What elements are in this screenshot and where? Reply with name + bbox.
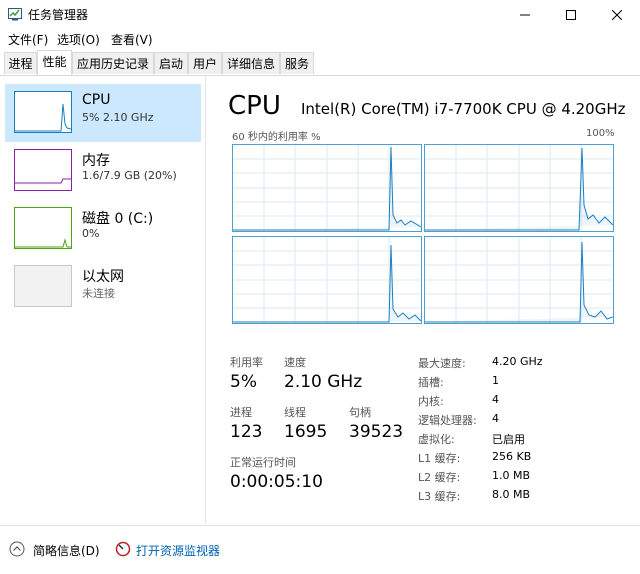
tab-startup[interactable]: 启动 bbox=[154, 52, 188, 74]
open-resource-monitor-link[interactable]: 打开资源监视器 bbox=[136, 542, 220, 559]
tab-services[interactable]: 服务 bbox=[280, 52, 314, 74]
disk-thumbnail bbox=[14, 207, 72, 249]
maximize-icon bbox=[566, 9, 576, 20]
detail-key: 内核: bbox=[418, 395, 444, 408]
sidebar-item-label: 以太网 bbox=[82, 269, 124, 285]
processes-value: 123 bbox=[230, 422, 263, 442]
detail-key: L1 缓存: bbox=[418, 452, 461, 465]
tab-processes[interactable]: 进程 bbox=[4, 52, 37, 74]
tab-app-history[interactable]: 应用历史记录 bbox=[72, 52, 154, 74]
detail-value: 已启用 bbox=[492, 433, 525, 446]
threads-value: 1695 bbox=[284, 422, 328, 442]
core-graph-1 bbox=[232, 144, 422, 232]
detail-value: 1 bbox=[492, 374, 499, 387]
sidebar-item-value: 0% bbox=[82, 227, 100, 240]
minimize-button[interactable] bbox=[502, 0, 548, 29]
sidebar-item-label: 磁盘 0 (C:) bbox=[82, 211, 154, 227]
detail-value: 8.0 MB bbox=[492, 488, 531, 501]
tab-details[interactable]: 详细信息 bbox=[222, 52, 280, 74]
fewer-details-link[interactable]: 简略信息(D) bbox=[33, 542, 100, 559]
detail-value: 4.20 GHz bbox=[492, 355, 543, 368]
sidebar-item-label: CPU bbox=[82, 92, 111, 108]
uptime-label: 正常运行时间 bbox=[230, 456, 296, 469]
page-title: CPU bbox=[228, 91, 281, 121]
handles-value: 39523 bbox=[349, 422, 404, 442]
speed-label: 速度 bbox=[284, 356, 306, 369]
menu-options[interactable]: 选项(O) bbox=[57, 31, 100, 48]
sidebar-item-ethernet[interactable]: 以太网 未连接 bbox=[5, 258, 201, 316]
sidebar-item-cpu[interactable]: CPU 5% 2.10 GHz bbox=[5, 84, 201, 142]
detail-value: 256 KB bbox=[492, 450, 532, 463]
maximize-button[interactable] bbox=[548, 0, 594, 29]
graph-max-label: 100% bbox=[586, 128, 615, 139]
ethernet-thumbnail bbox=[14, 265, 72, 307]
task-manager-icon bbox=[8, 8, 22, 21]
detail-value: 4 bbox=[492, 412, 499, 425]
core-graph-3 bbox=[232, 236, 422, 324]
sidebar-item-disk[interactable]: 磁盘 0 (C:) 0% bbox=[5, 200, 201, 258]
window-title: 任务管理器 bbox=[28, 8, 89, 22]
tab-users[interactable]: 用户 bbox=[188, 52, 222, 74]
title-bar: 任务管理器 bbox=[0, 0, 640, 29]
sidebar-item-value: 未连接 bbox=[82, 287, 115, 300]
resource-monitor-icon bbox=[115, 541, 131, 557]
cpu-detail-pane: CPU Intel(R) Core(TM) i7-7700K CPU @ 4.2… bbox=[206, 76, 640, 524]
utilization-label: 利用率 bbox=[230, 356, 263, 369]
menu-file[interactable]: 文件(F) bbox=[8, 31, 48, 48]
detail-key: 最大速度: bbox=[418, 357, 466, 370]
sidebar-item-value: 5% 2.10 GHz bbox=[82, 111, 154, 124]
utilization-value: 5% bbox=[230, 372, 257, 392]
sidebar-item-value: 1.6/7.9 GB (20%) bbox=[82, 169, 177, 182]
sidebar-item-label: 内存 bbox=[82, 153, 110, 169]
speed-value: 2.10 GHz bbox=[284, 372, 363, 392]
resource-list: CPU 5% 2.10 GHz 内存 1.6/7.9 GB (20%) 磁盘 0… bbox=[0, 76, 206, 524]
processes-label: 进程 bbox=[230, 406, 252, 419]
memory-thumbnail bbox=[14, 149, 72, 191]
handles-label: 句柄 bbox=[349, 406, 371, 419]
sidebar-item-memory[interactable]: 内存 1.6/7.9 GB (20%) bbox=[5, 142, 201, 200]
tab-strip: 进程 性能 应用历史记录 启动 用户 详细信息 服务 bbox=[0, 49, 640, 76]
menu-bar: 文件(F) 选项(O) 查看(V) bbox=[0, 29, 640, 49]
close-button[interactable] bbox=[594, 0, 640, 29]
tab-performance[interactable]: 性能 bbox=[37, 50, 72, 75]
detail-key: L2 缓存: bbox=[418, 471, 461, 484]
detail-value: 4 bbox=[492, 393, 499, 406]
footer-bar: 简略信息(D) 打开资源监视器 bbox=[0, 525, 640, 574]
detail-value: 1.0 MB bbox=[492, 469, 531, 482]
graph-label: 60 秒内的利用率 % bbox=[232, 132, 321, 143]
collapse-chevron-icon[interactable] bbox=[9, 541, 25, 557]
detail-key: L3 缓存: bbox=[418, 490, 461, 503]
core-graph-4 bbox=[424, 236, 614, 324]
minimize-icon bbox=[520, 14, 530, 15]
core-graph-2 bbox=[424, 144, 614, 232]
detail-key: 插槽: bbox=[418, 376, 444, 389]
detail-key: 逻辑处理器: bbox=[418, 414, 477, 427]
threads-label: 线程 bbox=[284, 406, 306, 419]
menu-view[interactable]: 查看(V) bbox=[111, 31, 153, 48]
cpu-thumbnail bbox=[14, 91, 72, 133]
cpu-model: Intel(R) Core(TM) i7-7700K CPU @ 4.20GHz bbox=[301, 100, 626, 118]
close-icon bbox=[612, 9, 622, 20]
detail-key: 虚拟化: bbox=[418, 433, 455, 446]
uptime-value: 0:00:05:10 bbox=[230, 472, 323, 492]
